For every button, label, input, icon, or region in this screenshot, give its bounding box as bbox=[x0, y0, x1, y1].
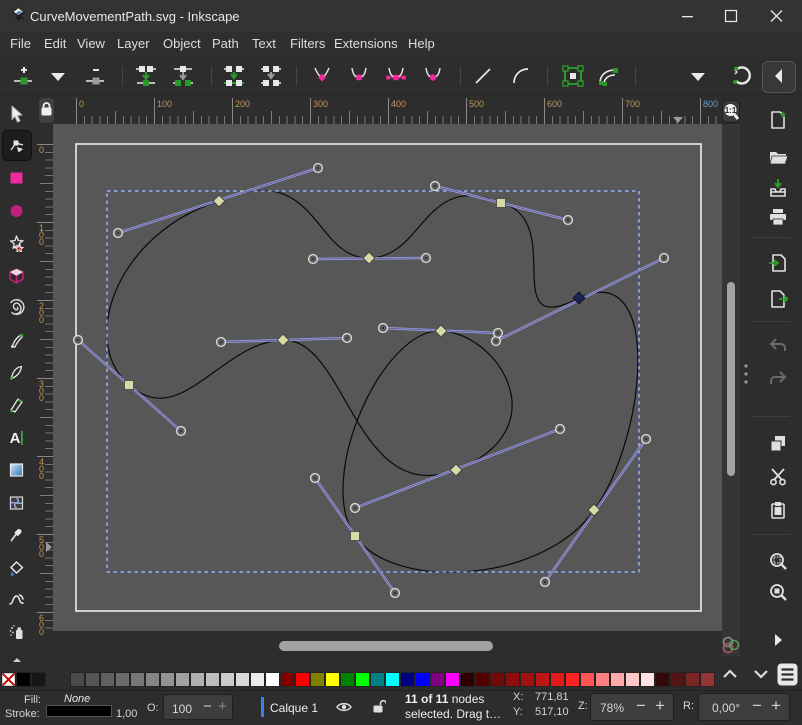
svg-text:A: A bbox=[10, 430, 21, 447]
svg-text:1:1: 1:1 bbox=[725, 106, 737, 115]
